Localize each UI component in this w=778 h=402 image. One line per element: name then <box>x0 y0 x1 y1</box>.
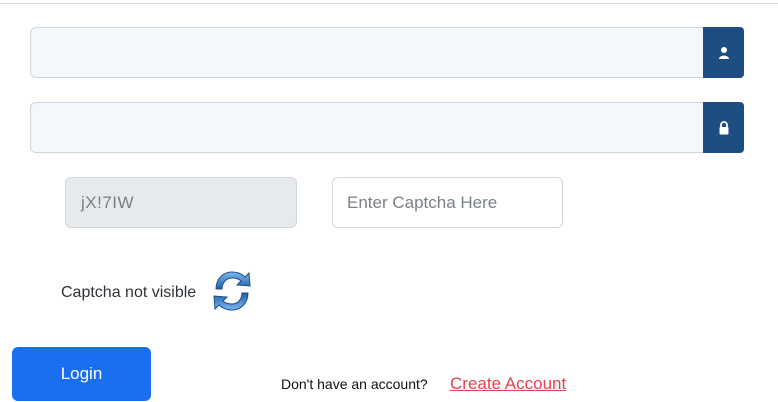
captcha-code: jX!7IW <box>81 192 135 212</box>
username-group <box>30 27 744 78</box>
username-addon <box>703 27 744 78</box>
create-account-link[interactable]: Create Account <box>450 374 566 394</box>
lock-icon <box>719 120 728 134</box>
refresh-icon <box>213 271 251 311</box>
password-group <box>30 102 744 153</box>
user-icon <box>718 46 729 59</box>
account-prompt-text: Don't have an account? <box>281 376 428 392</box>
login-form: jX!7IW Captcha not visible Login Don't h… <box>0 0 778 402</box>
captcha-code-display: jX!7IW <box>65 177 297 228</box>
password-input[interactable] <box>30 102 703 153</box>
top-divider <box>0 3 778 4</box>
username-input[interactable] <box>30 27 703 78</box>
login-button[interactable]: Login <box>12 347 151 401</box>
captcha-refresh-button[interactable] <box>210 265 254 317</box>
password-addon <box>703 102 744 153</box>
captcha-input[interactable] <box>332 177 563 228</box>
captcha-not-visible-label: Captcha not visible <box>61 284 197 301</box>
